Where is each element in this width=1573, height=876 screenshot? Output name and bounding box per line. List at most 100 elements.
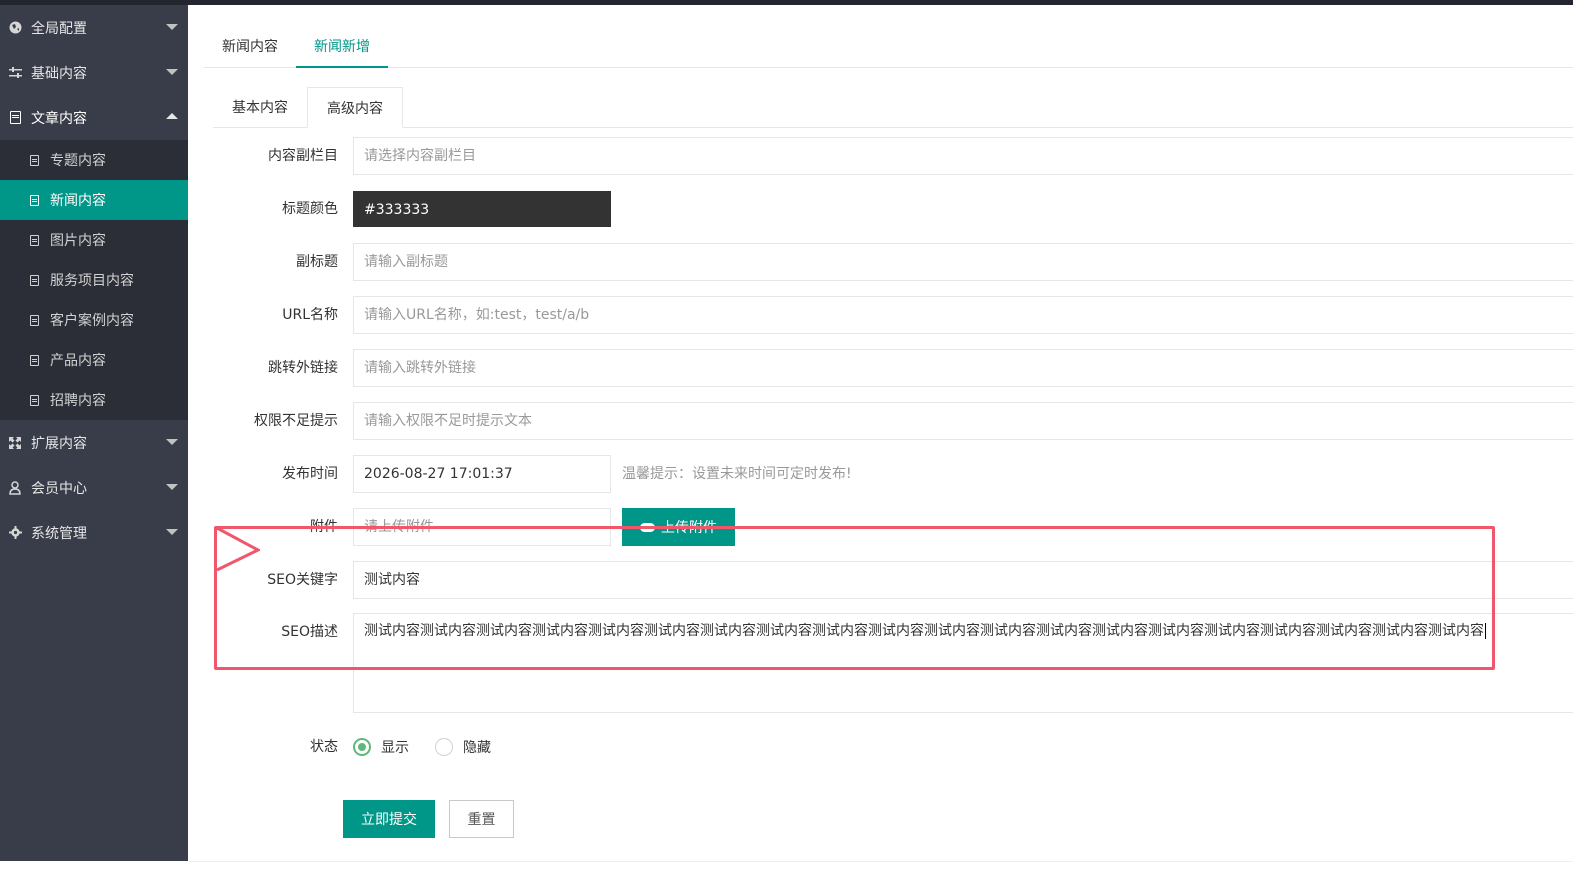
form-row-title-color: 标题颜色 #333333: [188, 190, 1573, 228]
url-name-label: URL名称: [282, 307, 338, 323]
title-color-label: 标题颜色: [282, 201, 338, 217]
sub-column-label: 内容副栏目: [268, 148, 338, 164]
bottom-strip: [188, 861, 1573, 876]
form-row-subtitle: 副标题 请输入副标题: [188, 243, 1573, 281]
sidebar-subitem-cases[interactable]: 客户案例内容: [0, 300, 188, 340]
gtips-input[interactable]: 请输入权限不足时提示文本: [353, 402, 1573, 440]
seo-description-textarea[interactable]: 测试内容测试内容测试内容测试内容测试内容测试内容测试内容测试内容测试内容测试内容…: [353, 613, 1573, 713]
seo-description-text: 测试内容测试内容测试内容测试内容测试内容测试内容测试内容测试内容测试内容测试内容…: [364, 623, 1484, 639]
status-hide-label: 隐藏: [463, 740, 491, 756]
form-row-gtips: 权限不足提示 请输入权限不足时提示文本: [188, 402, 1573, 440]
attachment-label: 附件: [310, 519, 338, 535]
globe-icon: [8, 21, 22, 35]
outlink-label: 跳转外链接: [268, 360, 338, 376]
sidebar-subitem-label: 图片内容: [50, 233, 106, 249]
sidebar-item-extended-content[interactable]: 扩展内容: [0, 420, 188, 465]
radio-unchecked-icon: [435, 738, 453, 756]
sidebar-item-label: 全局配置: [31, 20, 87, 37]
reset-button[interactable]: 重置: [449, 800, 514, 838]
sidebar-subitem-images[interactable]: 图片内容: [0, 220, 188, 260]
sidebar-item-label: 文章内容: [31, 110, 87, 127]
chevron-down-icon: [166, 24, 178, 30]
tab-news-add[interactable]: 新闻新增: [296, 26, 388, 68]
sidebar-item-article-content[interactable]: 文章内容: [0, 95, 188, 140]
tab-advanced-content[interactable]: 高级内容: [307, 87, 403, 128]
sidebar-subitem-services[interactable]: 服务项目内容: [0, 260, 188, 300]
form-row-url-name: URL名称 请输入URL名称，如:test，test/a/b: [188, 296, 1573, 334]
publish-time-label: 发布时间: [282, 466, 338, 482]
form-row-attachment: 附件 请上传附件 上传附件: [188, 508, 1573, 546]
sidebar-subitem-label: 服务项目内容: [50, 273, 134, 289]
sidebar-subitem-news[interactable]: 新闻内容: [0, 180, 188, 220]
attachment-input[interactable]: 请上传附件: [353, 508, 611, 546]
sidebar-subnav: 专题内容 新闻内容 图片内容 服务项目内容 客户案例内容 产品内容 招聘内容: [0, 140, 188, 420]
top-tabs: 新闻内容 新闻新增: [204, 26, 1573, 68]
sidebar-subitem-jobs[interactable]: 招聘内容: [0, 380, 188, 420]
sidebar-subitem-products[interactable]: 产品内容: [0, 340, 188, 380]
form-row-seo-description: SEO描述 测试内容测试内容测试内容测试内容测试内容测试内容测试内容测试内容测试…: [188, 613, 1573, 713]
gear-icon: [8, 526, 22, 540]
status-radio-hide[interactable]: 隐藏: [435, 737, 491, 757]
radio-checked-icon: [353, 738, 371, 756]
sliders-icon: [8, 66, 22, 80]
document-icon: [27, 314, 41, 326]
sidebar-item-system-management[interactable]: 系统管理: [0, 510, 188, 555]
sidebar-subitem-label: 专题内容: [50, 153, 106, 169]
chevron-down-icon: [166, 529, 178, 535]
document-icon: [27, 194, 41, 206]
gtips-label: 权限不足提示: [254, 413, 338, 429]
upload-attachment-button[interactable]: 上传附件: [622, 508, 735, 546]
form-row-status: 状态 显示 隐藏: [188, 728, 1573, 766]
sidebar-item-basic-content[interactable]: 基础内容: [0, 50, 188, 95]
chevron-down-icon: [166, 439, 178, 445]
sidebar-subitem-label: 招聘内容: [50, 393, 106, 409]
sidebar-subitem-label: 客户案例内容: [50, 313, 134, 329]
text-caret: [1485, 623, 1486, 639]
sidebar-item-label: 会员中心: [31, 480, 87, 497]
sidebar-item-label: 基础内容: [31, 65, 87, 82]
title-color-input[interactable]: #333333: [353, 191, 611, 227]
sidebar-subitem-topic[interactable]: 专题内容: [0, 140, 188, 180]
sidebar-subitem-label: 新闻内容: [50, 193, 106, 209]
sidebar-bottom: [0, 861, 188, 875]
document-icon: [27, 234, 41, 246]
sidebar-item-label: 系统管理: [31, 525, 87, 542]
subtitle-input[interactable]: 请输入副标题: [353, 243, 1573, 281]
subtitle-label: 副标题: [296, 254, 338, 270]
chevron-down-icon: [166, 484, 178, 490]
user-icon: [8, 480, 22, 495]
status-radio-show[interactable]: 显示: [353, 737, 409, 757]
sidebar-subitem-label: 产品内容: [50, 353, 106, 369]
tab-basic-content[interactable]: 基本内容: [213, 87, 307, 127]
sidebar-item-label: 扩展内容: [31, 435, 87, 452]
form-row-sub-column: 内容副栏目 请选择内容副栏目: [188, 137, 1573, 175]
url-name-input[interactable]: 请输入URL名称，如:test，test/a/b: [353, 296, 1573, 334]
document-icon: [8, 111, 22, 125]
sub-tabs: 基本内容 高级内容: [213, 87, 1573, 128]
outlink-input[interactable]: 请输入跳转外链接: [353, 349, 1573, 387]
sidebar-item-member-center[interactable]: 会员中心: [0, 465, 188, 510]
seo-keywords-label: SEO关键字: [267, 572, 338, 588]
form-row-outlink: 跳转外链接 请输入跳转外链接: [188, 349, 1573, 387]
seo-keywords-input[interactable]: 测试内容: [353, 561, 1573, 599]
upload-cloud-icon: [640, 522, 655, 532]
sub-column-select[interactable]: 请选择内容副栏目: [353, 137, 1573, 175]
sidebar-item-global-config[interactable]: 全局配置: [0, 5, 188, 50]
document-icon: [27, 154, 41, 166]
submit-button[interactable]: 立即提交: [343, 800, 435, 838]
status-show-label: 显示: [381, 740, 409, 756]
tab-news-content[interactable]: 新闻内容: [204, 26, 296, 66]
form-row-seo-keywords: SEO关键字 测试内容: [188, 561, 1573, 599]
form-row-publish-time: 发布时间 2026-08-27 17:01:37 温馨提示：设置未来时间可定时发…: [188, 455, 1573, 493]
sidebar: 全局配置 基础内容 文章内容 专题内容 新闻内容 图片内容 服务项目内容 客户案…: [0, 5, 188, 861]
main-content: 新闻内容 新闻新增 基本内容 高级内容 内容副栏目 请选择内容副栏目 标题颜色 …: [188, 5, 1573, 861]
expand-icon: [8, 436, 22, 450]
chevron-up-icon: [166, 113, 178, 119]
chevron-down-icon: [166, 69, 178, 75]
seo-description-label: SEO描述: [281, 624, 338, 640]
publish-time-input[interactable]: 2026-08-27 17:01:37: [353, 455, 611, 493]
upload-attachment-label: 上传附件: [661, 520, 717, 536]
status-label: 状态: [310, 739, 338, 755]
publish-time-hint: 温馨提示：设置未来时间可定时发布!: [622, 466, 852, 482]
document-icon: [27, 274, 41, 286]
